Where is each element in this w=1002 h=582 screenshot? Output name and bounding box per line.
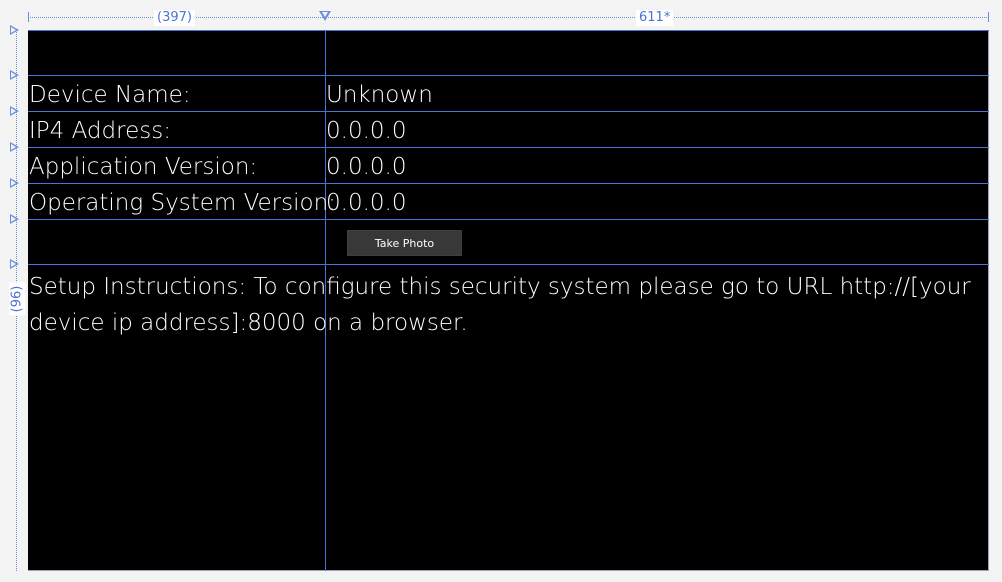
row-marker-icon[interactable]: [10, 142, 19, 152]
application-version-value: 0.0.0.0: [326, 154, 407, 180]
row-marker-icon[interactable]: [10, 259, 19, 269]
column-2-width-label: 611*: [636, 10, 674, 26]
row-marker-icon[interactable]: [10, 25, 19, 35]
device-name-value: Unknown: [326, 82, 433, 108]
row-guide: [28, 183, 989, 184]
row-guide: [28, 147, 989, 148]
os-version-value: 0.0.0.0: [326, 190, 407, 216]
row-marker-icon[interactable]: [10, 70, 19, 80]
take-photo-button[interactable]: Take Photo: [347, 230, 462, 256]
row-height-label: (96): [9, 282, 26, 316]
ip4-address-label: IP4 Address:: [29, 118, 171, 144]
row-marker-icon[interactable]: [10, 214, 19, 224]
row-marker-icon[interactable]: [10, 178, 19, 188]
setup-instructions: Setup Instructions: To configure this se…: [29, 274, 971, 336]
row-guide: [28, 30, 989, 31]
ip4-address-value: 0.0.0.0: [326, 118, 407, 144]
row-guide: [28, 75, 989, 76]
application-version-label: Application Version:: [29, 154, 258, 180]
row-guide: [28, 219, 989, 220]
device-name-label: Device Name:: [29, 82, 191, 108]
row-marker-icon[interactable]: [10, 106, 19, 116]
app-canvas: Device Name: Unknown IP4 Address: 0.0.0.…: [28, 30, 989, 571]
row-guide: [28, 111, 989, 112]
row-guide: [28, 264, 989, 265]
column-1-width-label: (397): [154, 10, 195, 26]
ruler-tick: [988, 12, 989, 22]
ruler-tick: [28, 12, 29, 22]
os-version-label: Operating System Version:: [29, 190, 336, 216]
column-splitter-marker-icon[interactable]: [319, 11, 331, 21]
